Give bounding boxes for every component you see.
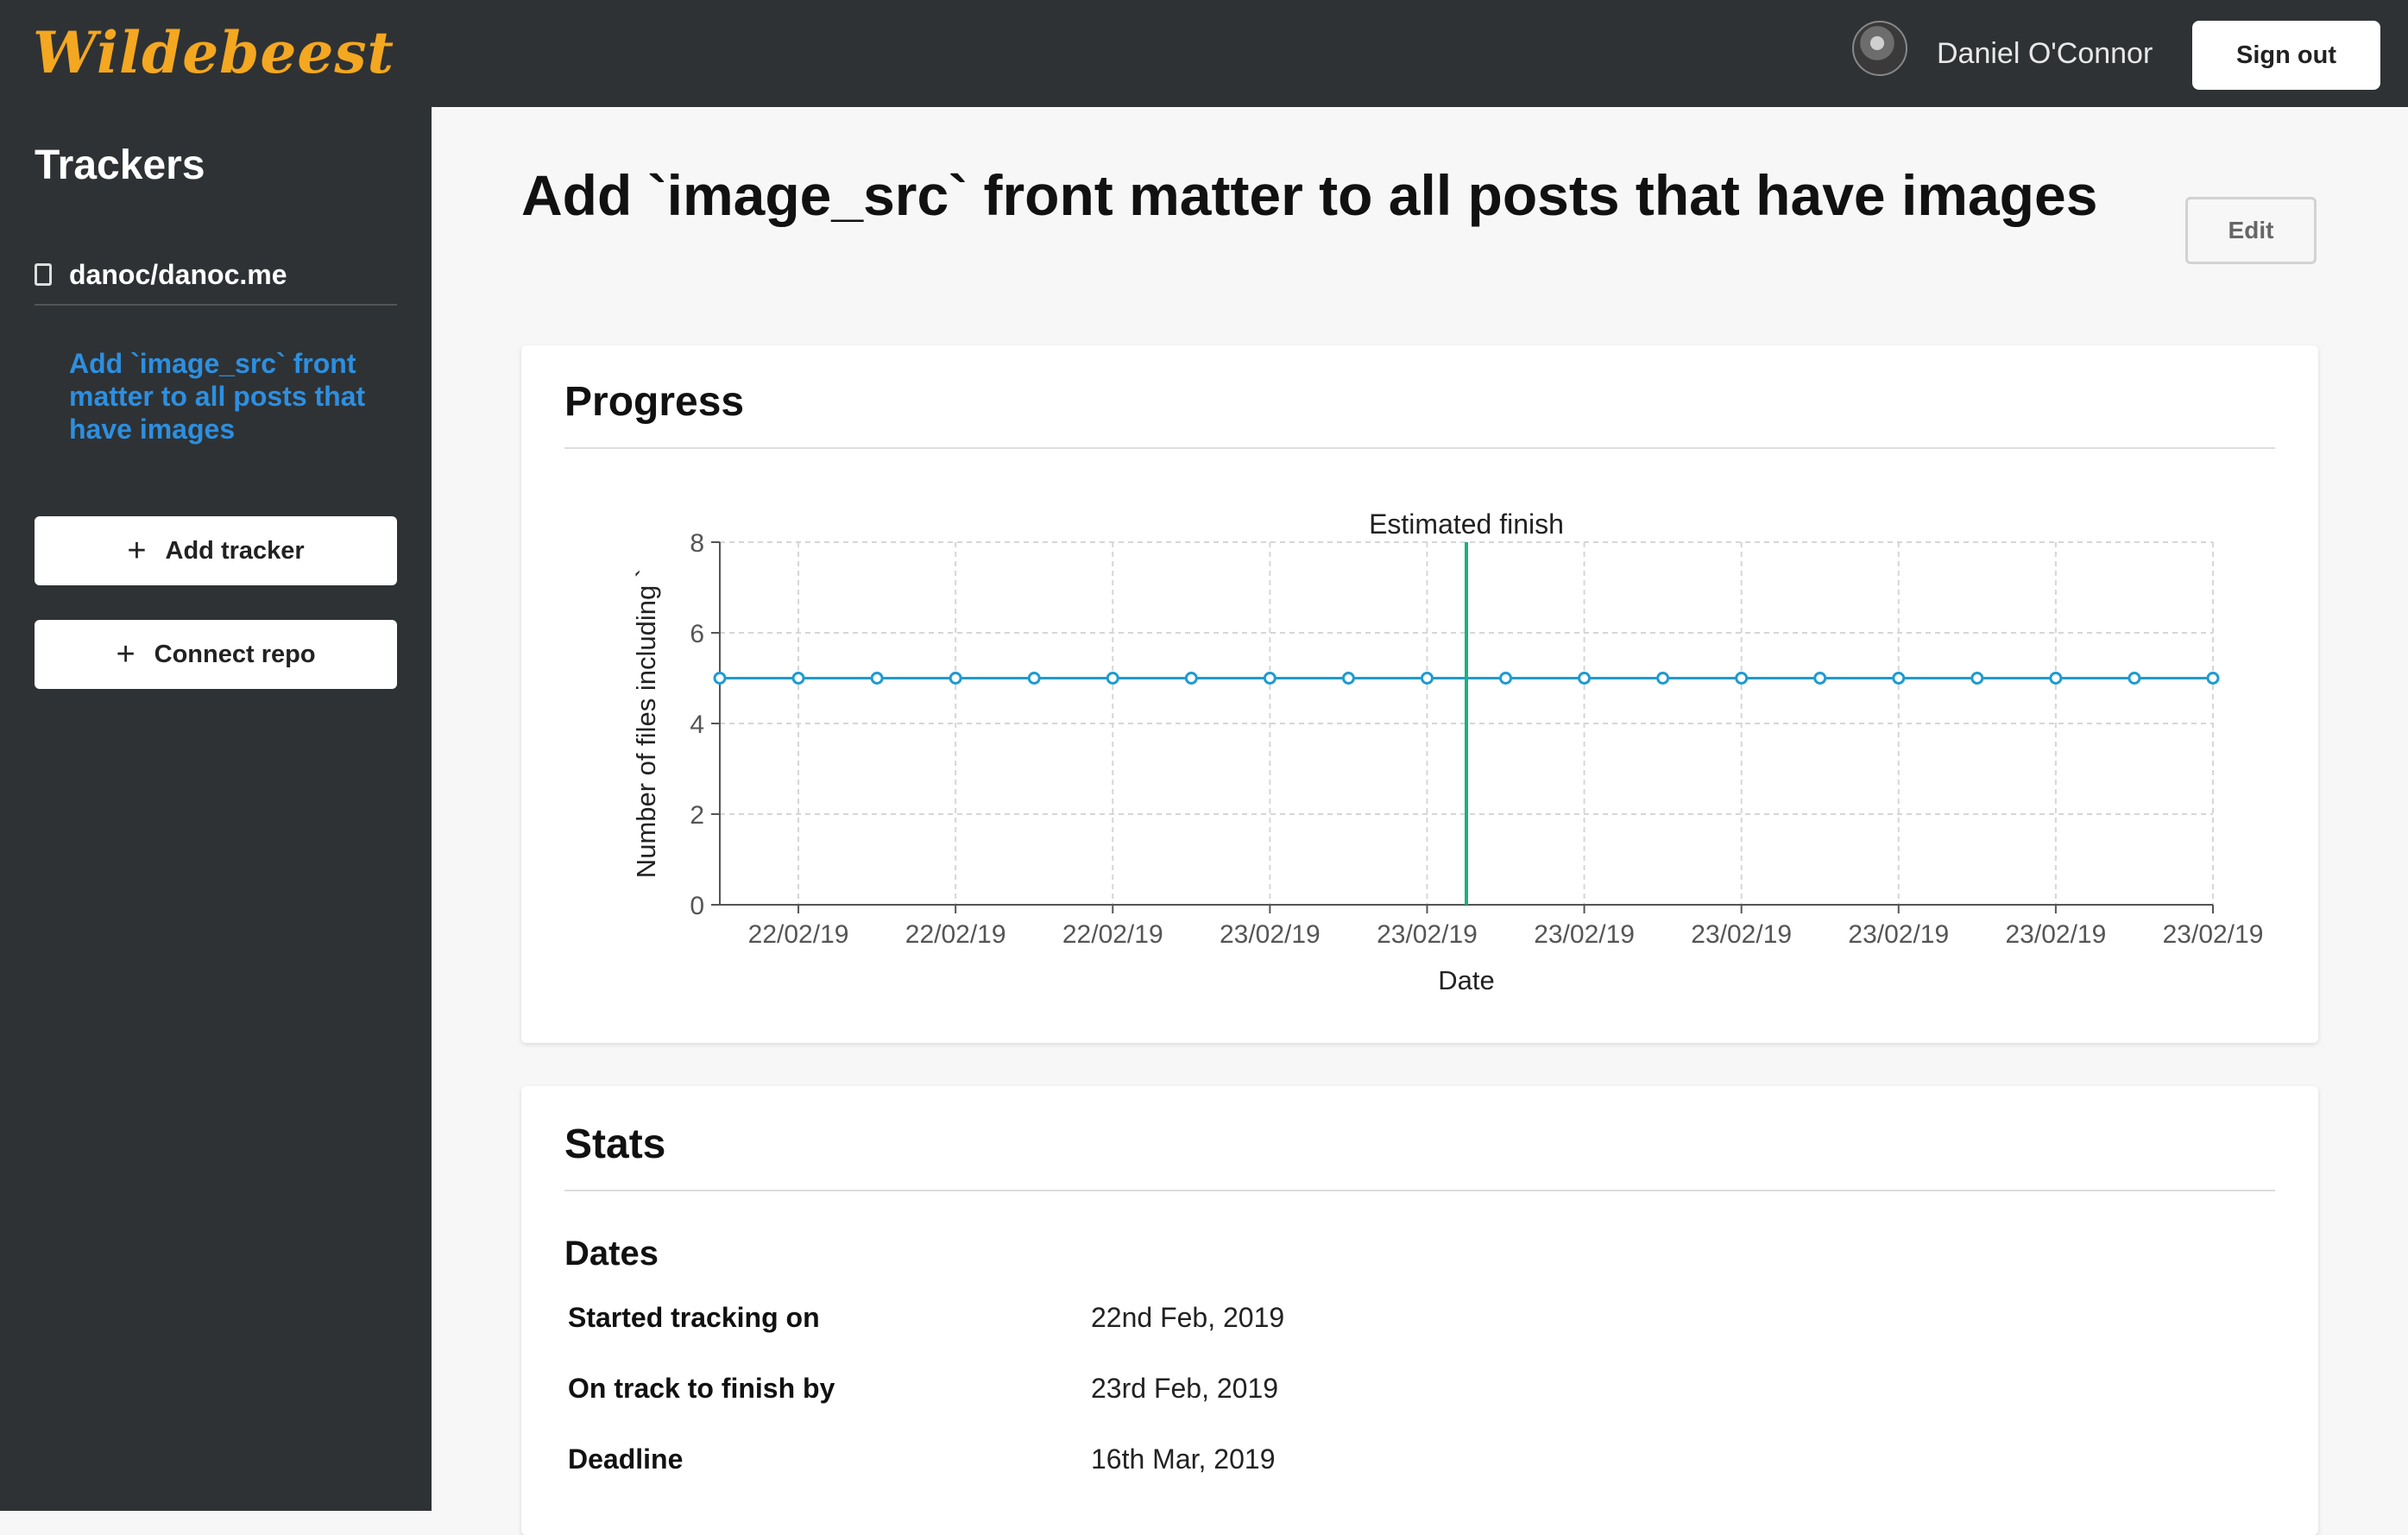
data-point <box>2127 672 2141 685</box>
x-tick-label: 23/02/19 <box>1377 920 1478 949</box>
data-point <box>1970 672 1984 685</box>
top-bar: Wildebeest Daniel O'Connor Sign out <box>0 0 2408 107</box>
add-tracker-label: Add tracker <box>165 536 305 565</box>
data-point <box>1341 672 1355 685</box>
y-tick-label: 6 <box>690 620 704 648</box>
sidebar-repo[interactable]: danoc/danoc.me <box>35 259 397 306</box>
page-title: Add `image_src` front matter to all post… <box>521 163 2098 227</box>
user-avatar <box>1852 21 1907 76</box>
progress-heading: Progress <box>564 379 745 425</box>
x-tick-label: 23/02/19 <box>2163 920 2264 949</box>
data-point <box>1735 672 1749 685</box>
stats-heading: Stats <box>564 1121 666 1167</box>
x-tick-label: 22/02/19 <box>748 920 849 949</box>
data-point <box>1892 672 1906 685</box>
plus-icon: + <box>127 532 147 569</box>
dates-heading: Dates <box>564 1235 659 1273</box>
y-axis-label: Number of files including ` <box>631 569 661 878</box>
sign-out-button[interactable]: Sign out <box>2192 21 2380 90</box>
stat-value: 22nd Feb, 2019 <box>1091 1302 1285 1333</box>
x-tick-label: 23/02/19 <box>2006 920 2107 949</box>
stat-label: Started tracking on <box>568 1302 820 1333</box>
data-point <box>1420 672 1434 685</box>
sidebar-repo-label: danoc/danoc.me <box>69 259 287 290</box>
x-axis-label: Date <box>1438 965 1494 995</box>
sidebar: Trackers danoc/danoc.me Add `image_src` … <box>0 107 432 1511</box>
data-point <box>870 672 884 685</box>
data-point <box>791 672 805 685</box>
progress-card: Progress 0 2 4 6 8 22/02/19 22/02/19 22/02/19 23… <box>521 345 2318 1043</box>
stats-card: Stats Dates Started tracking on 22nd Feb… <box>521 1086 2318 1535</box>
stats-divider <box>564 1190 2275 1191</box>
data-point <box>1027 672 1041 685</box>
edit-button[interactable]: Edit <box>2185 197 2317 264</box>
stat-label: On track to finish by <box>568 1373 835 1404</box>
sidebar-title: Trackers <box>35 142 205 188</box>
x-tick-label: 23/02/19 <box>1220 920 1321 949</box>
data-point <box>2206 672 2220 685</box>
stat-value: 23rd Feb, 2019 <box>1091 1373 1279 1404</box>
progress-divider <box>564 447 2275 449</box>
progress-chart: 0 2 4 6 8 22/02/19 22/02/19 22/02/19 23/02/19 23/… <box>631 509 2264 995</box>
y-tick-label: 4 <box>690 711 704 739</box>
sidebar-tracker-link[interactable]: Add `image_src` front matter to all post… <box>69 347 406 445</box>
data-point <box>1656 672 1670 685</box>
x-tick-label: 23/02/19 <box>1691 920 1792 949</box>
estimated-finish-label: Estimated finish <box>1369 509 1564 540</box>
data-point <box>1813 672 1827 685</box>
y-tick-label: 0 <box>690 892 704 920</box>
repo-icon <box>35 263 52 286</box>
stat-value: 16th Mar, 2019 <box>1091 1443 1276 1475</box>
stat-label: Deadline <box>568 1443 684 1475</box>
x-tick-label: 23/02/19 <box>1534 920 1635 949</box>
data-point <box>713 672 727 685</box>
y-tick-label: 2 <box>690 801 704 830</box>
connect-repo-label: Connect repo <box>154 640 316 668</box>
user-name: Daniel O'Connor <box>1937 37 2153 70</box>
data-point <box>1106 672 1119 685</box>
connect-repo-button[interactable]: + Connect repo <box>35 620 397 689</box>
x-tick-label: 22/02/19 <box>905 920 1006 949</box>
data-point <box>949 672 962 685</box>
x-tick-label: 23/02/19 <box>1848 920 1949 949</box>
data-point <box>1499 672 1513 685</box>
app-logo[interactable]: Wildebeest <box>33 19 394 86</box>
add-tracker-button[interactable]: + Add tracker <box>35 516 397 585</box>
x-tick-label: 22/02/19 <box>1062 920 1163 949</box>
plus-icon: + <box>116 635 136 673</box>
y-tick-label: 8 <box>690 529 704 558</box>
data-point <box>2049 672 2063 685</box>
data-point <box>1578 672 1592 685</box>
data-point <box>1263 672 1276 685</box>
data-point <box>1184 672 1198 685</box>
